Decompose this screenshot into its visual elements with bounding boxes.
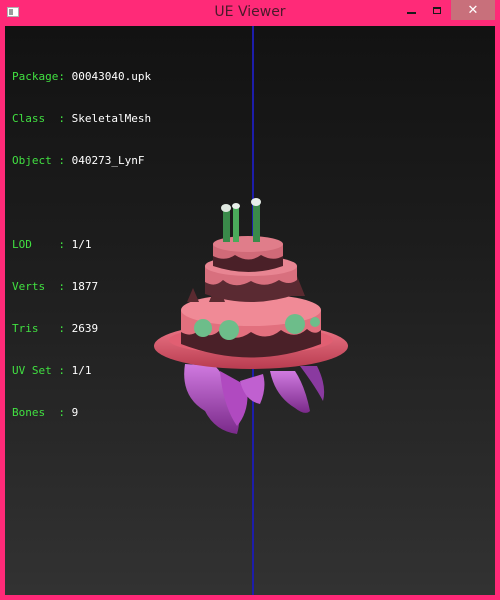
info-value: 00043040.upk bbox=[71, 70, 152, 83]
info-row-class: Class : SkeletalMesh bbox=[12, 112, 151, 126]
info-label: Package: bbox=[12, 70, 72, 83]
info-row-verts: Verts : 1877 bbox=[12, 280, 151, 294]
info-label: UV Set : bbox=[12, 364, 72, 377]
close-icon: ✕ bbox=[467, 2, 479, 18]
info-row-uvset: UV Set : 1/1 bbox=[12, 364, 151, 378]
info-value: 040273_LynF bbox=[71, 154, 145, 167]
hair-mesh bbox=[184, 364, 325, 434]
info-value: 9 bbox=[71, 406, 79, 419]
candles bbox=[221, 198, 261, 242]
close-button[interactable]: ✕ bbox=[451, 0, 495, 20]
info-row-bones: Bones : 9 bbox=[12, 406, 151, 420]
maximize-button[interactable] bbox=[424, 0, 450, 20]
info-row-tris: Tris : 2639 bbox=[12, 322, 151, 336]
info-row-lod: LOD : 1/1 bbox=[12, 238, 151, 252]
info-value: SkeletalMesh bbox=[71, 112, 152, 125]
info-value: 1877 bbox=[71, 280, 99, 293]
info-label: Class : bbox=[12, 112, 72, 125]
info-label: Object : bbox=[12, 154, 72, 167]
maximize-icon bbox=[433, 6, 441, 14]
mesh-info-overlay: Package: 00043040.upk Class : SkeletalMe… bbox=[12, 42, 151, 448]
cake-bottom-tier bbox=[181, 294, 321, 358]
title-bar[interactable]: UE Viewer ✕ bbox=[0, 0, 500, 26]
info-label: Bones : bbox=[12, 406, 72, 419]
minimize-icon bbox=[406, 12, 416, 14]
info-label: Verts : bbox=[12, 280, 72, 293]
3d-viewport[interactable]: Package: 00043040.upk Class : SkeletalMe… bbox=[5, 26, 495, 595]
info-value: 1/1 bbox=[71, 364, 92, 377]
minimize-button[interactable] bbox=[398, 0, 424, 20]
info-label: LOD : bbox=[12, 238, 72, 251]
info-value: 1/1 bbox=[71, 238, 92, 251]
ue-viewer-window: UE Viewer ✕ Package: 00043040.upk Class … bbox=[0, 0, 500, 600]
info-label: Tris : bbox=[12, 322, 72, 335]
info-row-object: Object : 040273_LynF bbox=[12, 154, 151, 168]
info-row-package: Package: 00043040.upk bbox=[12, 70, 151, 84]
info-value: 2639 bbox=[71, 322, 99, 335]
